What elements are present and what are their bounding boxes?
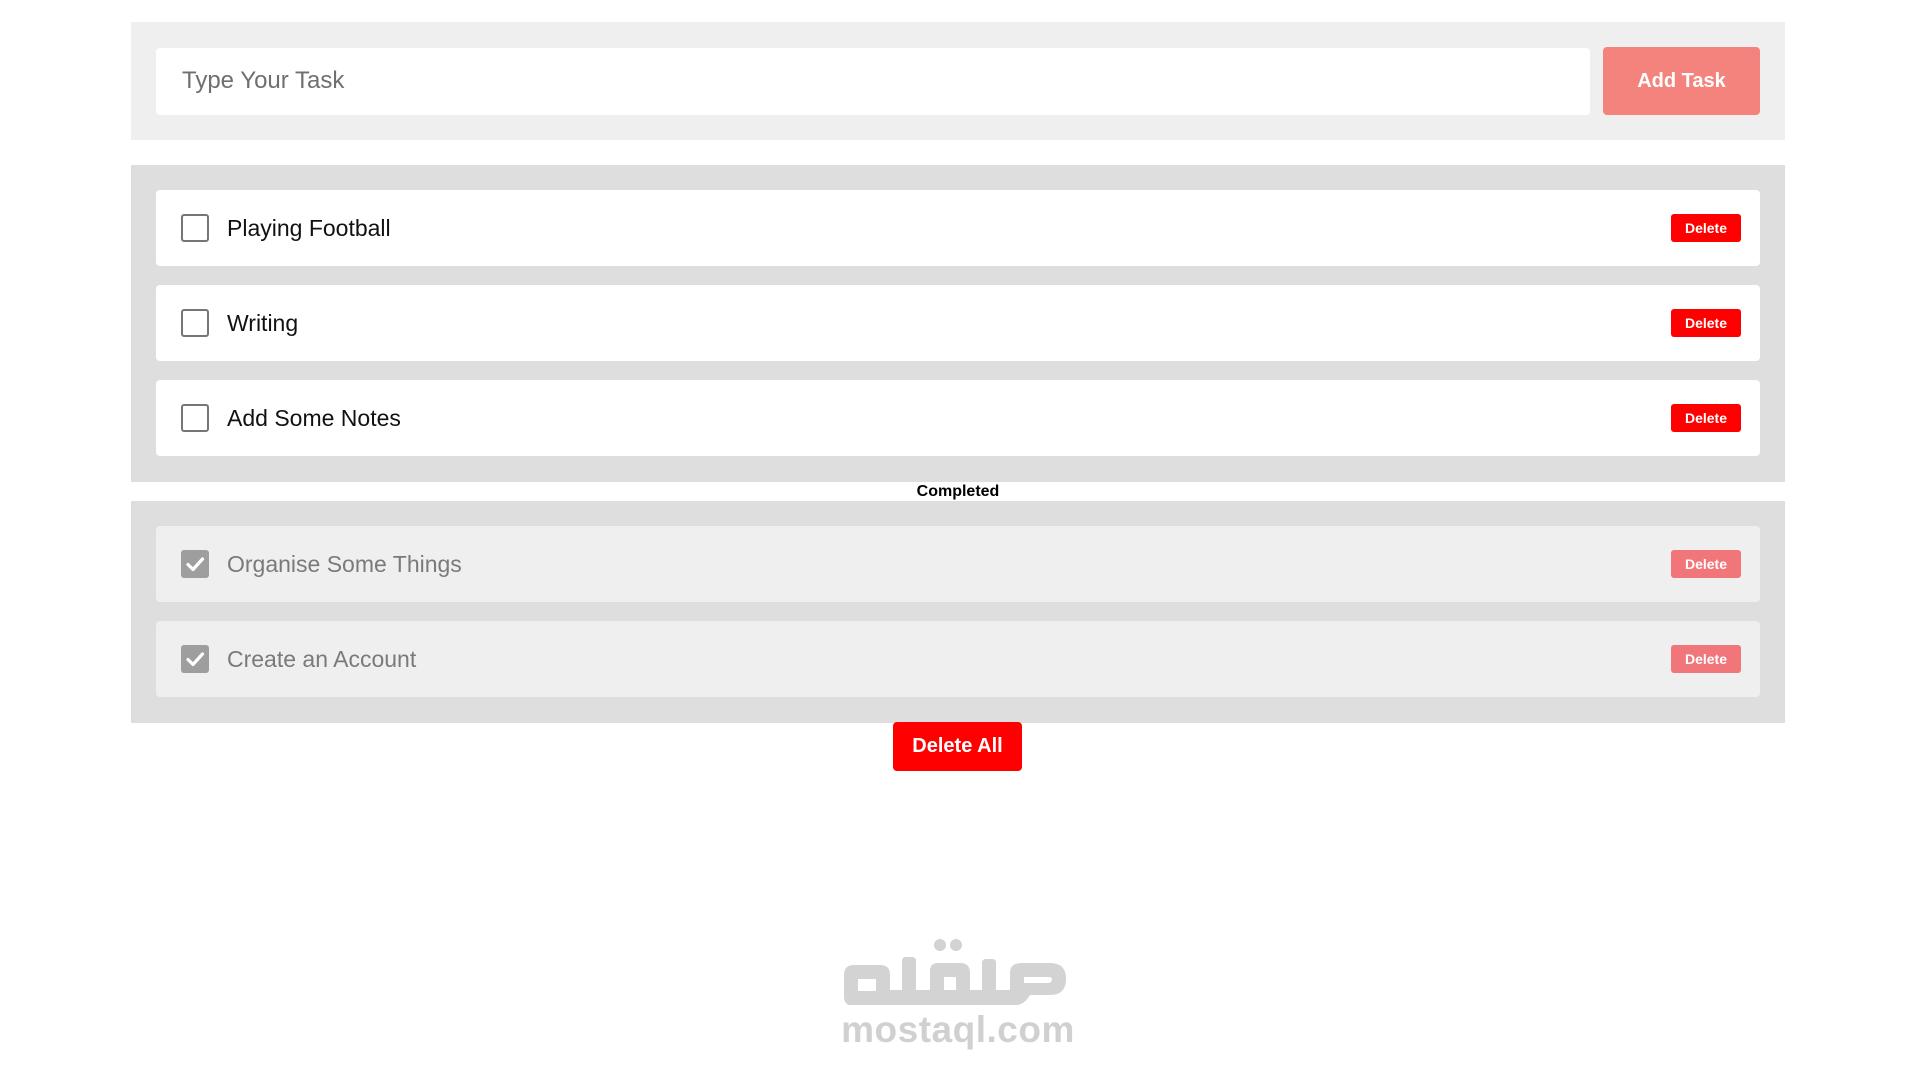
- checkmark-icon: [186, 557, 205, 572]
- delete-task-button[interactable]: Delete: [1671, 645, 1741, 673]
- task-composer: Add Task: [131, 22, 1785, 140]
- completed-heading: Completed: [916, 483, 1000, 500]
- delete-task-button[interactable]: Delete: [1671, 309, 1741, 337]
- task-row: Playing Football Delete: [156, 190, 1760, 266]
- task-label: Create an Account: [227, 645, 417, 672]
- task-checkbox[interactable]: [181, 214, 209, 242]
- task-label: Playing Football: [227, 214, 391, 241]
- checkmark-icon: [186, 652, 205, 667]
- task-checkbox[interactable]: [181, 404, 209, 432]
- task-checkbox-checked[interactable]: [181, 550, 209, 578]
- watermark-text: mostaql.com: [841, 1009, 1075, 1050]
- delete-task-button[interactable]: Delete: [1671, 550, 1741, 578]
- task-label: Add Some Notes: [227, 404, 401, 431]
- task-label: Organise Some Things: [227, 550, 462, 577]
- task-checkbox-checked[interactable]: [181, 645, 209, 673]
- task-label: Writing: [227, 309, 299, 336]
- task-input[interactable]: [156, 47, 1590, 115]
- watermark: mostaql.com: [840, 935, 1076, 1051]
- task-row-completed: Create an Account Delete: [156, 621, 1760, 697]
- add-task-button[interactable]: Add Task: [1603, 47, 1760, 115]
- mostaql-logo-icon: [844, 939, 1066, 1005]
- task-checkbox[interactable]: [181, 309, 209, 337]
- task-row: Add Some Notes Delete: [156, 380, 1760, 456]
- delete-task-button[interactable]: Delete: [1671, 214, 1741, 242]
- todo-app: Add Task Playing Football Delete Writing…: [0, 0, 1915, 1077]
- delete-all-button[interactable]: Delete All: [893, 722, 1022, 771]
- pending-task-list: Playing Football Delete Writing Delete A…: [131, 165, 1785, 482]
- task-row: Writing Delete: [156, 285, 1760, 361]
- completed-task-list: Organise Some Things Delete Create an Ac…: [131, 501, 1785, 723]
- task-row-completed: Organise Some Things Delete: [156, 526, 1760, 602]
- delete-task-button[interactable]: Delete: [1671, 404, 1741, 432]
